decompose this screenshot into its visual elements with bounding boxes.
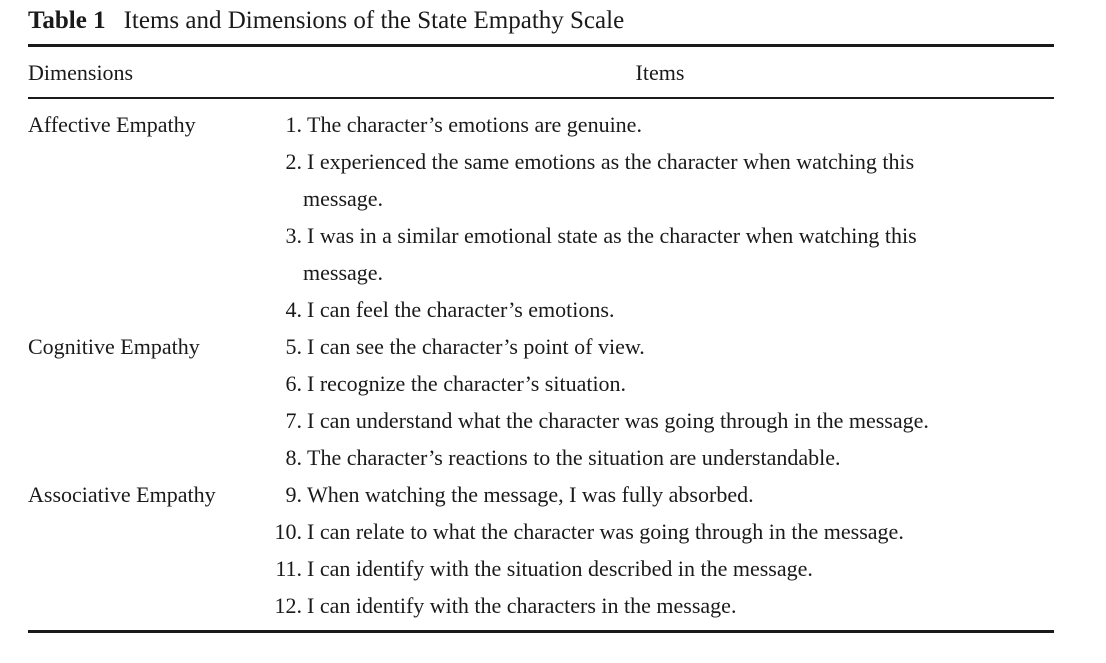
item-text: I can identify with the characters in th… xyxy=(307,593,737,618)
table-label: Table 1 xyxy=(28,7,106,34)
item-text: I can feel the character’s emotions. xyxy=(307,297,615,322)
item-text: I recognize the character’s situation. xyxy=(307,371,627,396)
table-row: 11. I can identify with the situation de… xyxy=(28,550,1054,587)
header-rule xyxy=(28,97,1054,99)
table-row: 3. I was in a similar emotional state as… xyxy=(28,217,1054,254)
table-row: Cognitive Empathy 5. I can see the chara… xyxy=(28,328,1054,365)
item-text-continuation: message. xyxy=(303,186,384,211)
table-row: 10. I can relate to what the character w… xyxy=(28,513,1054,550)
table-row: Associative Empathy 9. When watching the… xyxy=(28,476,1054,513)
dimension-label: Cognitive Empathy xyxy=(28,334,200,359)
table-row-continuation: message. xyxy=(28,254,1054,291)
table-row: 4. I can feel the character’s emotions. xyxy=(28,291,1054,328)
item-number: 9. xyxy=(285,482,303,507)
item-text: When watching the message, I was fully a… xyxy=(307,482,754,507)
item-number: 2. xyxy=(285,149,303,174)
item-text: The character’s reactions to the situati… xyxy=(307,445,841,470)
table-row: 2. I experienced the same emotions as th… xyxy=(28,143,1054,180)
item-text: I can identify with the situation descri… xyxy=(307,556,813,581)
header-items: Items xyxy=(635,60,685,85)
item-text: The character’s emotions are genuine. xyxy=(307,112,642,137)
dimension-label: Affective Empathy xyxy=(28,112,196,137)
item-text: I was in a similar emotional state as th… xyxy=(307,223,917,248)
item-text: I experienced the same emotions as the c… xyxy=(307,149,915,174)
item-number: 7. xyxy=(285,408,303,433)
item-number: 5. xyxy=(285,334,303,359)
item-number: 3. xyxy=(285,223,303,248)
table-row: 8. The character’s reactions to the situ… xyxy=(28,439,1054,476)
table-caption: Table 1 Items and Dimensions of the State… xyxy=(28,4,624,38)
table-row: Affective Empathy 1. The character’s emo… xyxy=(28,106,1054,143)
item-number: 1. xyxy=(285,112,303,137)
table-row-continuation: message. xyxy=(28,180,1054,217)
table-title: Items and Dimensions of the State Empath… xyxy=(123,7,625,34)
item-number: 10. xyxy=(274,519,303,544)
table-row: 12. I can identify with the characters i… xyxy=(28,587,1054,624)
bottom-rule xyxy=(28,630,1054,633)
table-row: 6. I recognize the character’s situation… xyxy=(28,365,1054,402)
item-number: 8. xyxy=(285,445,303,470)
dimension-label: Associative Empathy xyxy=(28,482,216,507)
table-row: 7. I can understand what the character w… xyxy=(28,402,1054,439)
item-text: I can understand what the character was … xyxy=(307,408,929,433)
item-number: 4. xyxy=(285,297,303,322)
header-dimensions: Dimensions xyxy=(28,60,134,85)
item-number: 11. xyxy=(275,556,302,581)
item-number: 6. xyxy=(285,371,303,396)
top-rule xyxy=(28,44,1054,47)
item-number: 12. xyxy=(274,593,303,618)
item-text: I can see the character’s point of view. xyxy=(307,334,645,359)
item-text-continuation: message. xyxy=(303,260,384,285)
item-text: I can relate to what the character was g… xyxy=(307,519,904,544)
table-header: Dimensions Items xyxy=(28,55,1054,91)
